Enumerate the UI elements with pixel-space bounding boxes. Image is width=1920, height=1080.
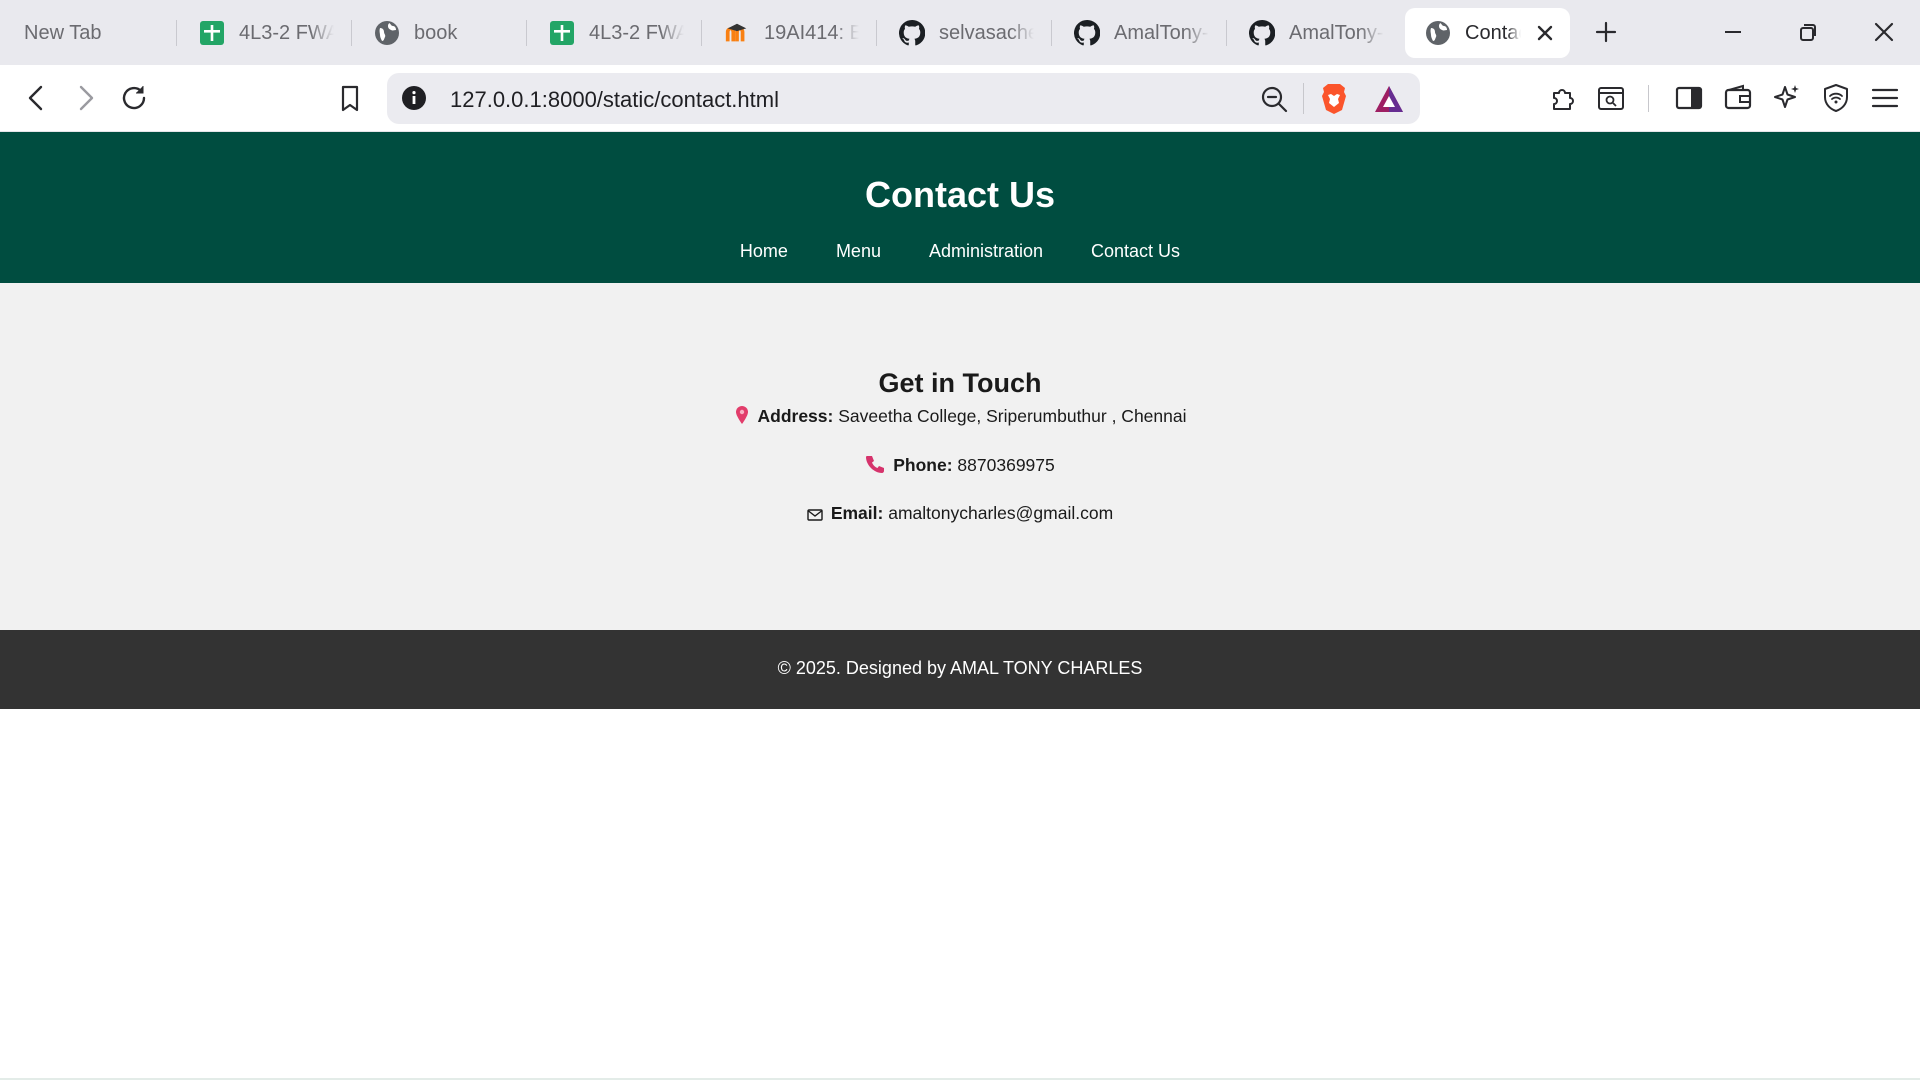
address-bar-divider	[1303, 83, 1304, 114]
minimize-button[interactable]	[1715, 14, 1751, 50]
tab-separator	[876, 20, 877, 46]
tab-separator	[1226, 20, 1227, 46]
search-page-icon[interactable]	[1594, 81, 1628, 115]
google-sheets-icon	[549, 20, 575, 46]
tab-sheets-1[interactable]: 4L3-2 FWAD	[199, 8, 334, 58]
phone-icon	[865, 454, 885, 479]
toolbar-divider	[1648, 85, 1649, 112]
globe-icon	[1425, 20, 1451, 46]
tab-github-1[interactable]: selvasachein	[899, 8, 1034, 58]
tab-sheets-2[interactable]: 4L3-2 FWAD	[549, 8, 684, 58]
envelope-icon	[807, 506, 823, 527]
close-tab-icon[interactable]	[1532, 20, 1558, 46]
location-pin-icon	[734, 405, 750, 430]
tab-separator	[1051, 20, 1052, 46]
sidebar-icon[interactable]	[1672, 81, 1706, 115]
brave-rewards-icon[interactable]	[1373, 84, 1405, 114]
tab-separator	[176, 20, 177, 46]
tab-github-2[interactable]: AmalTony-c	[1074, 8, 1209, 58]
phone-label: Phone:	[893, 455, 953, 475]
tab-title: 19AI414: Ex	[764, 21, 859, 44]
contact-section: Get in Touch Address: Saveetha College, …	[0, 283, 1920, 630]
page-title: Contact Us	[864, 174, 1056, 215]
tab-github-3[interactable]: AmalTony-c	[1249, 8, 1384, 58]
tab-new-tab[interactable]: New Tab	[24, 8, 154, 58]
url-text[interactable]: 127.0.0.1:8000/static/contact.html	[450, 87, 779, 113]
close-window-button[interactable]	[1866, 14, 1902, 50]
tab-title: AmalTony-c	[1289, 21, 1384, 44]
github-icon	[1074, 20, 1100, 46]
back-button[interactable]	[20, 81, 54, 115]
restore-button[interactable]	[1790, 14, 1826, 50]
browser-toolbar: 127.0.0.1:8000/static/contact.html	[0, 65, 1920, 132]
tab-title: 4L3-2 FWAD	[239, 21, 334, 44]
reload-button[interactable]	[117, 81, 151, 115]
email-label: Email:	[830, 503, 884, 523]
tab-separator	[351, 20, 352, 46]
github-icon	[899, 20, 925, 46]
tab-title: AmalTony-c	[1114, 21, 1209, 44]
extensions-icon[interactable]	[1545, 81, 1579, 115]
address-line: Address: Saveetha College, Sriperumbuthu…	[0, 405, 1920, 430]
tab-separator	[701, 20, 702, 46]
bookmark-icon[interactable]	[333, 81, 367, 115]
tab-title: New Tab	[24, 21, 102, 44]
leo-ai-icon[interactable]	[1770, 81, 1804, 115]
site-footer: © 2025. Designed by AMAL TONY CHARLES	[0, 630, 1920, 709]
site-info-icon[interactable]	[401, 85, 427, 111]
nav-link-home[interactable]: Home	[740, 241, 788, 262]
wallet-icon[interactable]	[1721, 81, 1755, 115]
address-label: Address:	[757, 406, 834, 426]
phone-value: 8870369975	[957, 455, 1055, 475]
tab-strip: New Tab 4L3-2 FWAD book 4L3-2 FWAD 19AI4…	[0, 0, 1920, 65]
github-icon	[1249, 20, 1275, 46]
globe-icon	[374, 20, 400, 46]
address-bar[interactable]: 127.0.0.1:8000/static/contact.html	[387, 73, 1420, 124]
vpn-shield-icon[interactable]	[1819, 81, 1853, 115]
tab-title: Contact Us	[1465, 21, 1521, 44]
zoom-out-icon[interactable]	[1259, 84, 1289, 114]
new-tab-button[interactable]	[1588, 14, 1624, 50]
brave-shields-icon[interactable]	[1319, 82, 1349, 116]
tab-title: 4L3-2 FWAD	[589, 21, 684, 44]
tab-contact-active[interactable]: Contact Us	[1405, 8, 1570, 58]
tab-book[interactable]: book	[374, 8, 509, 58]
nav-link-administration[interactable]: Administration	[929, 241, 1043, 262]
site-nav: Home Menu Administration Contact Us	[0, 241, 1920, 262]
nav-link-contact-us[interactable]: Contact Us	[1091, 241, 1180, 262]
tab-separator	[526, 20, 527, 46]
web-page: Contact Us Home Menu Administration Cont…	[0, 132, 1920, 1080]
tab-moodle[interactable]: 19AI414: Ex	[724, 8, 859, 58]
footer-copyright: © 2025. Designed by AMAL TONY CHARLES	[777, 658, 1143, 678]
address-value: Saveetha College, Sriperumbuthur , Chenn…	[838, 406, 1187, 426]
email-value: amaltonycharles@gmail.com	[888, 503, 1114, 523]
tab-title: book	[414, 21, 458, 44]
tab-title: selvasachein	[939, 21, 1034, 44]
forward-button[interactable]	[68, 81, 102, 115]
moodle-icon	[724, 20, 750, 46]
menu-icon[interactable]	[1868, 81, 1902, 115]
contact-heading: Get in Touch	[878, 368, 1042, 398]
google-sheets-icon	[199, 20, 225, 46]
phone-line: Phone: 8870369975	[0, 454, 1920, 479]
nav-link-menu[interactable]: Menu	[836, 241, 881, 262]
email-line: Email: amaltonycharles@gmail.com	[0, 503, 1920, 527]
site-header: Contact Us Home Menu Administration Cont…	[0, 132, 1920, 283]
